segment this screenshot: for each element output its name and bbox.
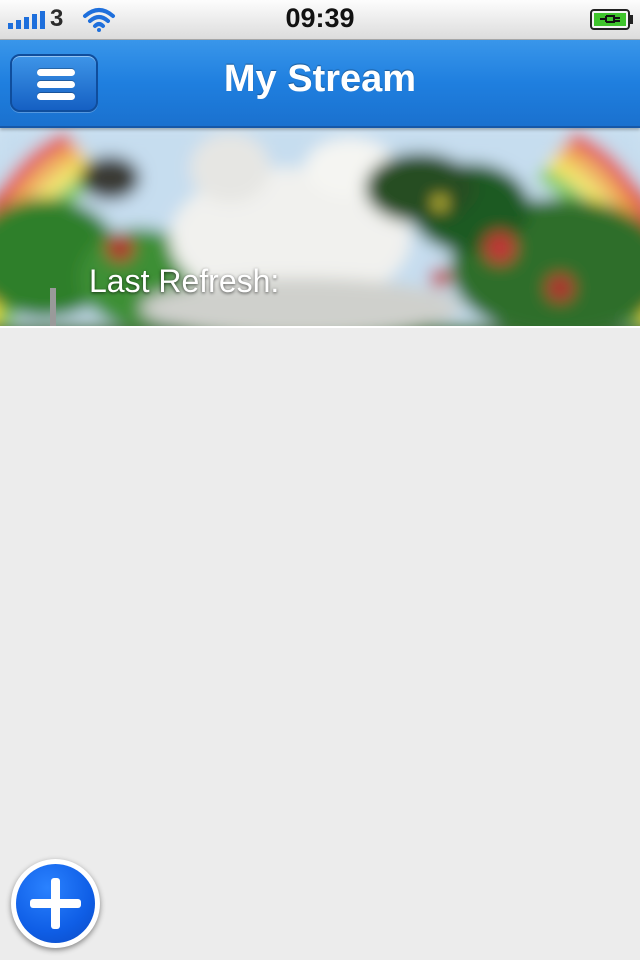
status-time: 09:39 [285, 3, 355, 33]
add-post-button[interactable] [11, 859, 100, 948]
plus-vertical-stroke [51, 878, 60, 929]
status-bar: 3 09:39 [0, 0, 640, 40]
stream-list[interactable] [0, 328, 640, 960]
header-cover-image: Last Refresh: [0, 128, 640, 326]
plus-icon [16, 864, 95, 943]
page-title: My Stream [223, 58, 417, 100]
pull-refresh-indicator [50, 288, 56, 326]
navigation-bar: My Stream [0, 40, 640, 128]
last-refresh-label: Last Refresh: [89, 263, 280, 299]
battery-charging-icon [590, 9, 633, 30]
